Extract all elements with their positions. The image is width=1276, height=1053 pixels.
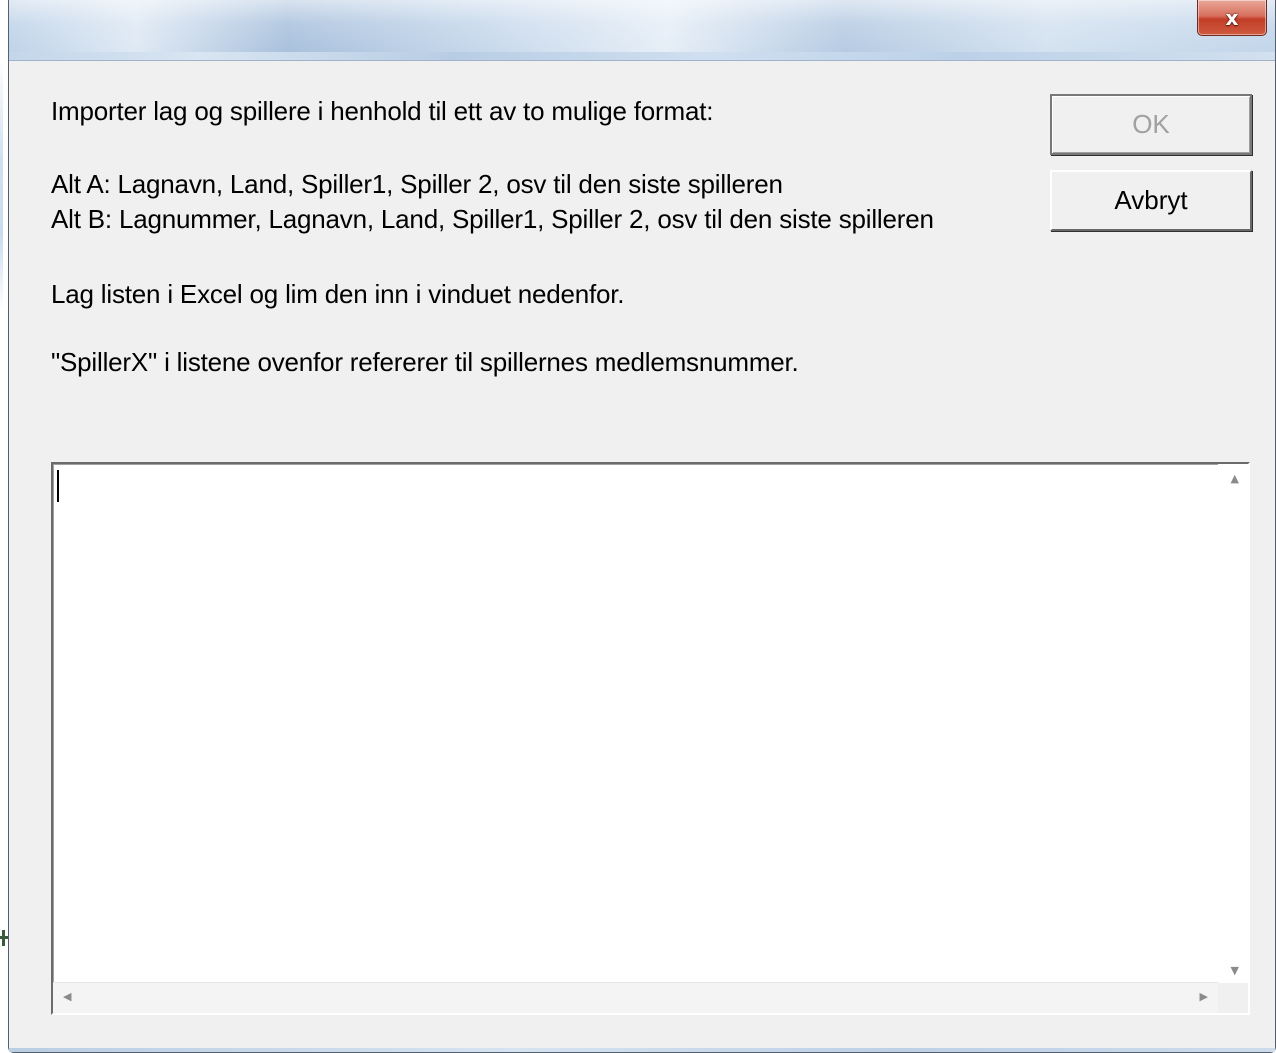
horizontal-scrollbar[interactable]: ◀ ▶ [53, 982, 1218, 1013]
dialog-body: Importer lag og spillere i henhold til e… [9, 60, 1275, 1048]
ok-button[interactable]: OK [1050, 94, 1252, 155]
cancel-button[interactable]: Avbryt [1050, 170, 1252, 231]
scrollbar-corner [1218, 983, 1248, 1013]
window-bottom-frame [9, 1048, 1275, 1052]
import-dialog: x Importer lag og spillere i henhold til… [8, 0, 1276, 1053]
scroll-down-arrow-icon[interactable]: ▼ [1231, 964, 1239, 977]
background-window-edge [0, 60, 3, 310]
scroll-right-arrow-icon[interactable]: ▶ [1200, 990, 1208, 1003]
format-alt-a: Alt A: Lagnavn, Land, Spiller1, Spiller … [51, 169, 783, 199]
close-icon: x [1225, 6, 1239, 30]
player-id-note: "SpillerX" i listene ovenfor refererer t… [51, 347, 799, 377]
instruction-heading: Importer lag og spillere i henhold til e… [51, 96, 714, 126]
scroll-left-arrow-icon[interactable]: ◀ [63, 990, 71, 1003]
import-textarea[interactable]: ▲ ▼ ◀ ▶ [51, 462, 1250, 1015]
title-bar[interactable]: x [9, 0, 1275, 52]
close-button[interactable]: x [1197, 0, 1267, 36]
screen: x Importer lag og spillere i henhold til… [0, 0, 1276, 1053]
format-alt-b: Alt B: Lagnummer, Lagnavn, Land, Spiller… [51, 204, 934, 234]
scroll-up-arrow-icon[interactable]: ▲ [1231, 472, 1239, 485]
textarea-content[interactable] [53, 464, 1248, 1013]
background-window-edge-mark [2, 930, 5, 946]
paste-hint: Lag listen i Excel og lim den inn i vind… [51, 279, 625, 309]
text-caret [57, 470, 59, 502]
vertical-scrollbar[interactable]: ▲ ▼ [1218, 464, 1248, 983]
